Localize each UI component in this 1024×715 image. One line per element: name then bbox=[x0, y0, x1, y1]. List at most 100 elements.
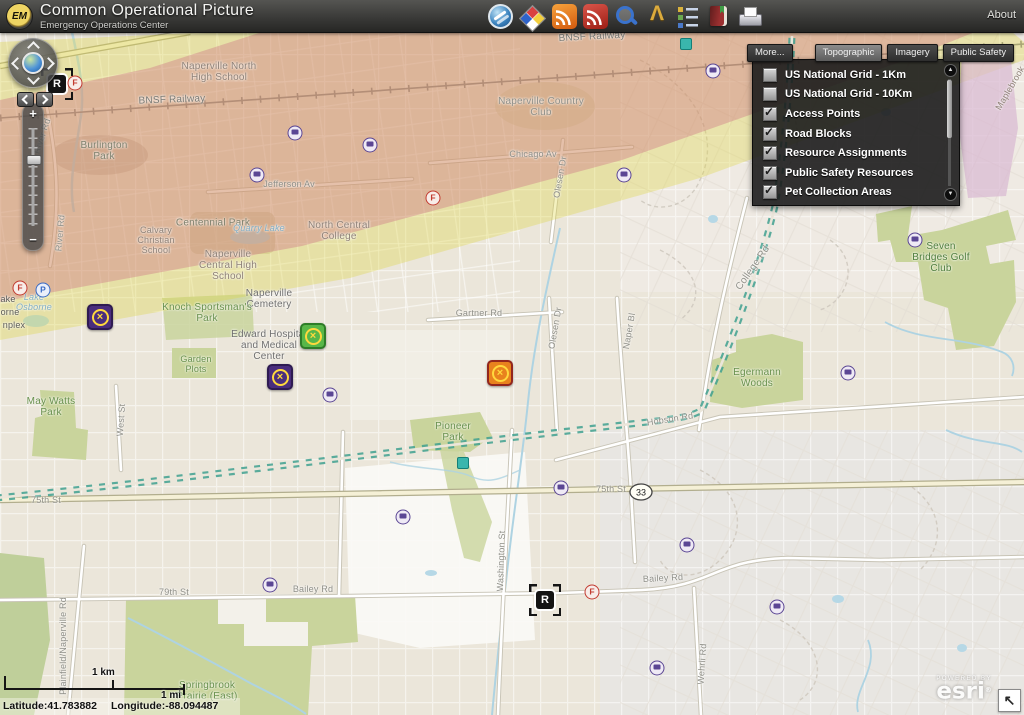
collection-point-marker[interactable] bbox=[87, 304, 113, 330]
map-label: Centennial Park bbox=[175, 217, 251, 229]
layer-label: US National Grid - 1Km bbox=[785, 68, 907, 81]
layer-label: US National Grid - 10Km bbox=[785, 88, 913, 101]
map-label: Chicago Av bbox=[509, 148, 557, 159]
nfpa-diamond-icon[interactable] bbox=[519, 4, 546, 32]
school-icon bbox=[249, 167, 265, 183]
zoom-out-button[interactable]: − bbox=[23, 232, 43, 248]
collection-point-marker[interactable] bbox=[487, 360, 513, 386]
layer-item[interactable]: Resource Assignments bbox=[763, 143, 939, 163]
latitude-value: Latitude:41.783882 bbox=[3, 700, 97, 712]
layer-label: Pet Collection Areas bbox=[785, 186, 892, 199]
layer-list-scrollbar[interactable] bbox=[943, 64, 957, 201]
tab-topographic[interactable]: Topographic bbox=[814, 44, 883, 62]
map-note-icon bbox=[457, 457, 469, 469]
page-title: Common Operational Picture bbox=[40, 2, 255, 19]
layer-item[interactable]: US National Grid - 1Km bbox=[763, 65, 939, 85]
app-logo: EM bbox=[6, 3, 33, 30]
layer-checkbox[interactable] bbox=[763, 67, 777, 82]
map-label: Gartner Rd bbox=[455, 307, 503, 318]
school-icon bbox=[322, 387, 338, 403]
map-label: 79th St bbox=[159, 586, 189, 597]
erg-tool-icon[interactable] bbox=[488, 3, 513, 29]
overview-map-button[interactable] bbox=[998, 689, 1021, 712]
map-label: Naperville Country Club bbox=[498, 95, 584, 118]
layer-label: Access Points bbox=[785, 107, 861, 120]
map-label: 75th St bbox=[596, 483, 626, 494]
map-label: Jefferson Av bbox=[263, 178, 315, 189]
layer-label: Public Safety Resources bbox=[785, 166, 914, 179]
collection-point-marker[interactable] bbox=[300, 323, 326, 349]
layer-label: Resource Assignments bbox=[785, 147, 907, 160]
map-label: College Rd bbox=[733, 243, 773, 293]
layer-item[interactable]: Public Safety Resources bbox=[763, 163, 939, 183]
school-icon bbox=[395, 509, 411, 525]
layer-checkbox[interactable] bbox=[763, 125, 777, 141]
rss-orange-icon[interactable] bbox=[552, 3, 577, 29]
map-label: Naper Bl bbox=[620, 312, 638, 350]
layer-item[interactable]: Road Blocks bbox=[763, 124, 939, 144]
fire-station-icon: F bbox=[425, 190, 441, 206]
layer-item[interactable]: US National Grid - 10Km bbox=[763, 85, 939, 105]
search-icon[interactable] bbox=[614, 4, 639, 29]
about-link[interactable]: About bbox=[987, 9, 1016, 21]
school-icon bbox=[907, 232, 923, 248]
zoom-slider[interactable]: + − bbox=[22, 103, 44, 251]
map-label: Plainfield/Naperville Rd bbox=[57, 597, 68, 695]
zoom-in-button[interactable]: + bbox=[23, 106, 43, 122]
layer-checkbox[interactable] bbox=[763, 164, 777, 180]
school-icon bbox=[679, 537, 695, 553]
parking-icon: P bbox=[35, 282, 51, 298]
tab-more[interactable]: More... bbox=[747, 44, 793, 62]
layer-list: US National Grid - 1Km US National Grid -… bbox=[763, 65, 939, 202]
map-label: Calvary Christian School bbox=[137, 224, 175, 256]
rss-red-icon[interactable] bbox=[583, 3, 608, 29]
previous-extent-button[interactable] bbox=[17, 92, 34, 107]
map-label: Lake Osborne bbox=[16, 291, 52, 312]
layer-panel: US National Grid - 1Km US National Grid -… bbox=[752, 59, 960, 206]
pan-down-icon[interactable] bbox=[27, 72, 40, 85]
circle-x-icon bbox=[271, 368, 289, 386]
layer-checkbox[interactable] bbox=[763, 87, 777, 102]
layer-item[interactable]: Access Points bbox=[763, 104, 939, 124]
scrollbar-thumb[interactable] bbox=[947, 80, 952, 138]
page-subtitle: Emergency Operations Center bbox=[40, 20, 169, 31]
app-titles: Common Operational Picture Emergency Ope… bbox=[40, 2, 254, 31]
tab-imagery[interactable]: Imagery bbox=[887, 44, 938, 62]
map-pan-control[interactable] bbox=[8, 38, 58, 88]
roadblock-marker[interactable]: R bbox=[529, 584, 561, 616]
scroll-down-icon[interactable] bbox=[944, 188, 957, 201]
bookmarks-icon[interactable] bbox=[707, 4, 732, 29]
legend-icon[interactable] bbox=[676, 4, 701, 29]
layer-checkbox[interactable] bbox=[763, 105, 777, 121]
map-label: Naperville North High School bbox=[181, 60, 257, 83]
map-label: Seven Bridges Golf Club bbox=[912, 241, 970, 275]
map-label: Washington St bbox=[494, 530, 508, 592]
school-icon bbox=[287, 125, 303, 141]
print-icon[interactable] bbox=[738, 4, 763, 29]
map-label: Maplebrook bbox=[993, 64, 1024, 112]
basemap-tabs: More... Topographic Imagery Public Safety bbox=[747, 44, 1019, 62]
map-label: Bailey Rd bbox=[642, 571, 684, 585]
pan-right-icon[interactable] bbox=[42, 57, 55, 70]
layer-checkbox[interactable] bbox=[763, 183, 777, 200]
school-icon bbox=[553, 480, 569, 496]
measure-icon[interactable] bbox=[645, 2, 670, 29]
circle-x-icon bbox=[304, 327, 322, 345]
map-label: May Watts Park bbox=[26, 395, 76, 418]
map-note-icon bbox=[680, 38, 692, 50]
school-icon bbox=[362, 137, 378, 153]
zoom-slider-track[interactable] bbox=[26, 128, 42, 226]
tab-public-safety[interactable]: Public Safety bbox=[942, 44, 1015, 62]
full-extent-globe-button[interactable] bbox=[22, 52, 44, 74]
scroll-up-icon[interactable] bbox=[944, 64, 957, 77]
layer-checkbox[interactable] bbox=[763, 144, 777, 161]
school-icon bbox=[649, 660, 665, 676]
map-label: Wehrli Rd bbox=[695, 643, 709, 685]
map-label: North Central College bbox=[307, 219, 371, 242]
layer-item[interactable]: Pet Collection Areas bbox=[763, 183, 939, 203]
zoom-slider-handle[interactable] bbox=[26, 155, 42, 165]
map-label: West St bbox=[114, 403, 128, 437]
map-label: Burlington Park bbox=[80, 139, 128, 162]
collection-point-marker[interactable] bbox=[267, 364, 293, 390]
next-extent-button[interactable] bbox=[36, 92, 53, 107]
